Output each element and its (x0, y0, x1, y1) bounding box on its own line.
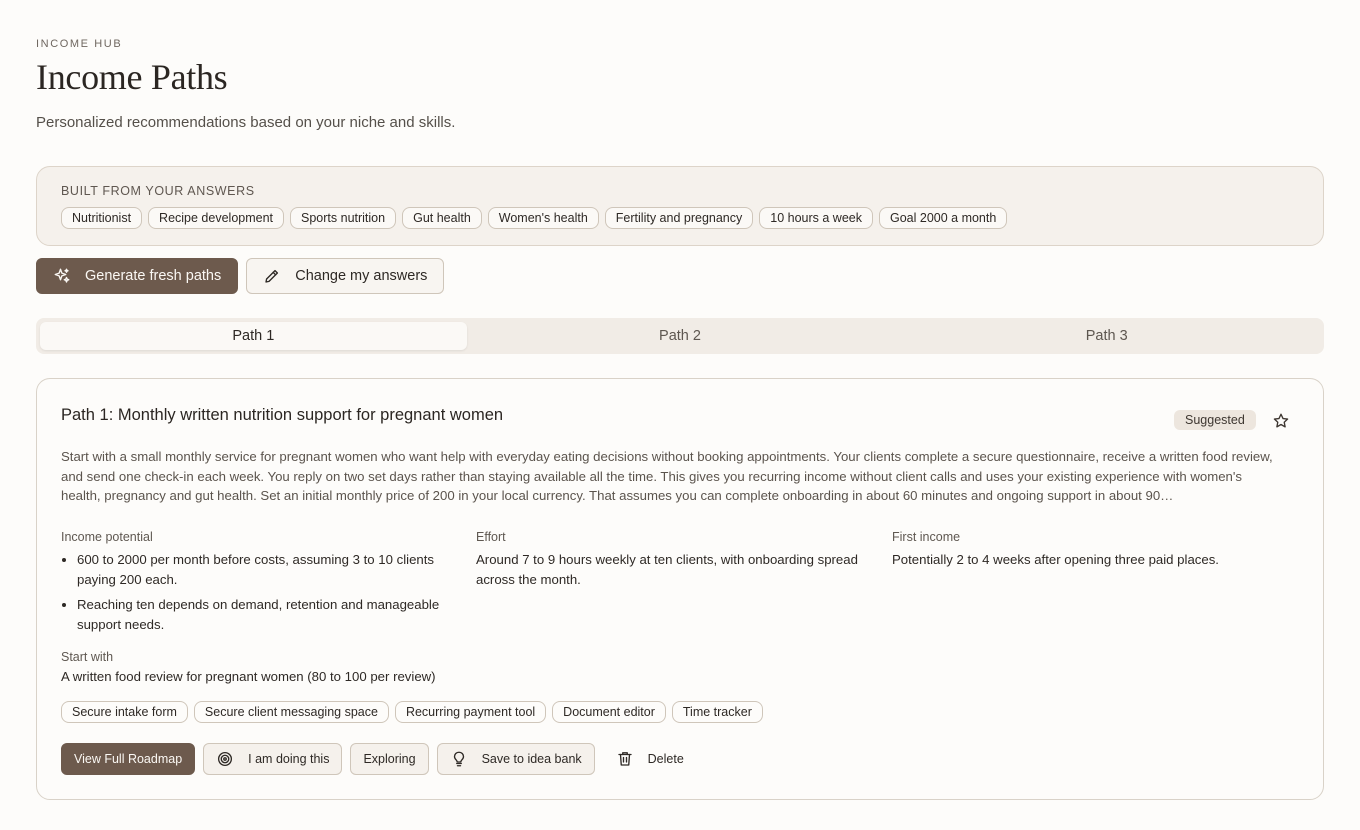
doing-this-button[interactable]: I am doing this (203, 743, 343, 775)
sparkles-icon (54, 268, 70, 283)
page-subtitle: Personalized recommendations based on yo… (36, 114, 456, 131)
tool-chip: Secure client messaging space (193, 701, 389, 723)
effort-text: Around 7 to 9 hours weekly at ten client… (476, 552, 858, 587)
answers-label: BUILT FROM YOUR ANSWERS (61, 184, 255, 198)
tab-path-1[interactable]: Path 1 (40, 322, 467, 350)
start-with-label: Start with (61, 650, 114, 664)
change-answers-button[interactable]: Change my answers (246, 258, 445, 294)
delete-label: Delete (647, 752, 684, 766)
answer-chip: Fertility and pregnancy (604, 207, 754, 229)
start-with-text: A written food review for pregnant women… (61, 669, 436, 684)
path-actions: View Full Roadmap I am doing this Explor… (61, 743, 697, 775)
lightbulb-icon (453, 751, 464, 767)
first-income-text: Potentially 2 to 4 weeks after opening t… (892, 552, 1219, 567)
income-potential-label: Income potential (61, 530, 153, 544)
answer-chip: Goal 2000 a month (878, 207, 1008, 229)
start-with-section: Start with A written food review for pre… (61, 650, 436, 687)
answer-chip: Gut health (402, 207, 482, 229)
generate-paths-label: Generate fresh paths (85, 268, 222, 284)
pencil-icon (265, 269, 279, 283)
path-card: Path 1: Monthly written nutrition suppor… (36, 378, 1324, 800)
first-income-section: First income Potentially 2 to 4 weeks af… (892, 530, 1292, 570)
list-item: Reaching ten depends on demand, retentio… (77, 595, 461, 635)
tab-path-3[interactable]: Path 3 (893, 322, 1320, 350)
doing-this-label: I am doing this (248, 752, 330, 766)
tools-chip-list: Secure intake form Secure client messagi… (61, 701, 763, 723)
tool-chip: Secure intake form (61, 701, 188, 723)
save-idea-label: Save to idea bank (481, 752, 582, 766)
answer-chip: 10 hours a week (759, 207, 873, 229)
path-title: Path 1: Monthly written nutrition suppor… (61, 406, 504, 424)
effort-section: Effort Around 7 to 9 hours weekly at ten… (476, 530, 876, 590)
page-title: Income Paths (36, 57, 228, 97)
answer-chip: Sports nutrition (290, 207, 397, 229)
list-item: 600 to 2000 per month before costs, assu… (77, 550, 461, 590)
star-icon[interactable] (1272, 412, 1290, 430)
answer-chip: Recipe development (148, 207, 285, 229)
tab-path-2[interactable]: Path 2 (467, 322, 894, 350)
page-eyebrow: INCOME HUB (36, 38, 123, 50)
income-potential-section: Income potential 600 to 2000 per month b… (61, 530, 461, 640)
page-actions: Generate fresh paths Change my answers (36, 258, 445, 294)
path-description: Start with a small monthly service for p… (61, 449, 1273, 503)
first-income-label: First income (892, 530, 961, 544)
effort-label: Effort (476, 530, 506, 544)
answer-chip: Nutritionist (61, 207, 143, 229)
generate-paths-button[interactable]: Generate fresh paths (36, 258, 239, 294)
answer-chip: Women's health (487, 207, 599, 229)
answers-panel: BUILT FROM YOUR ANSWERS Nutritionist Rec… (36, 166, 1324, 246)
exploring-button[interactable]: Exploring (350, 743, 429, 775)
trash-icon (617, 752, 632, 766)
path-tabs: Path 1 Path 2 Path 3 (36, 318, 1324, 354)
suggested-badge: Suggested (1174, 410, 1256, 430)
answers-chip-list: Nutritionist Recipe development Sports n… (61, 207, 1299, 229)
change-answers-label: Change my answers (295, 268, 428, 284)
save-idea-button[interactable]: Save to idea bank (436, 743, 595, 775)
tool-chip: Recurring payment tool (394, 701, 547, 723)
delete-button[interactable]: Delete (603, 743, 697, 775)
tool-chip: Document editor (552, 701, 666, 723)
income-potential-list: 600 to 2000 per month before costs, assu… (77, 550, 461, 635)
view-roadmap-button[interactable]: View Full Roadmap (61, 743, 196, 775)
target-icon (218, 751, 233, 767)
tool-chip: Time tracker (671, 701, 763, 723)
